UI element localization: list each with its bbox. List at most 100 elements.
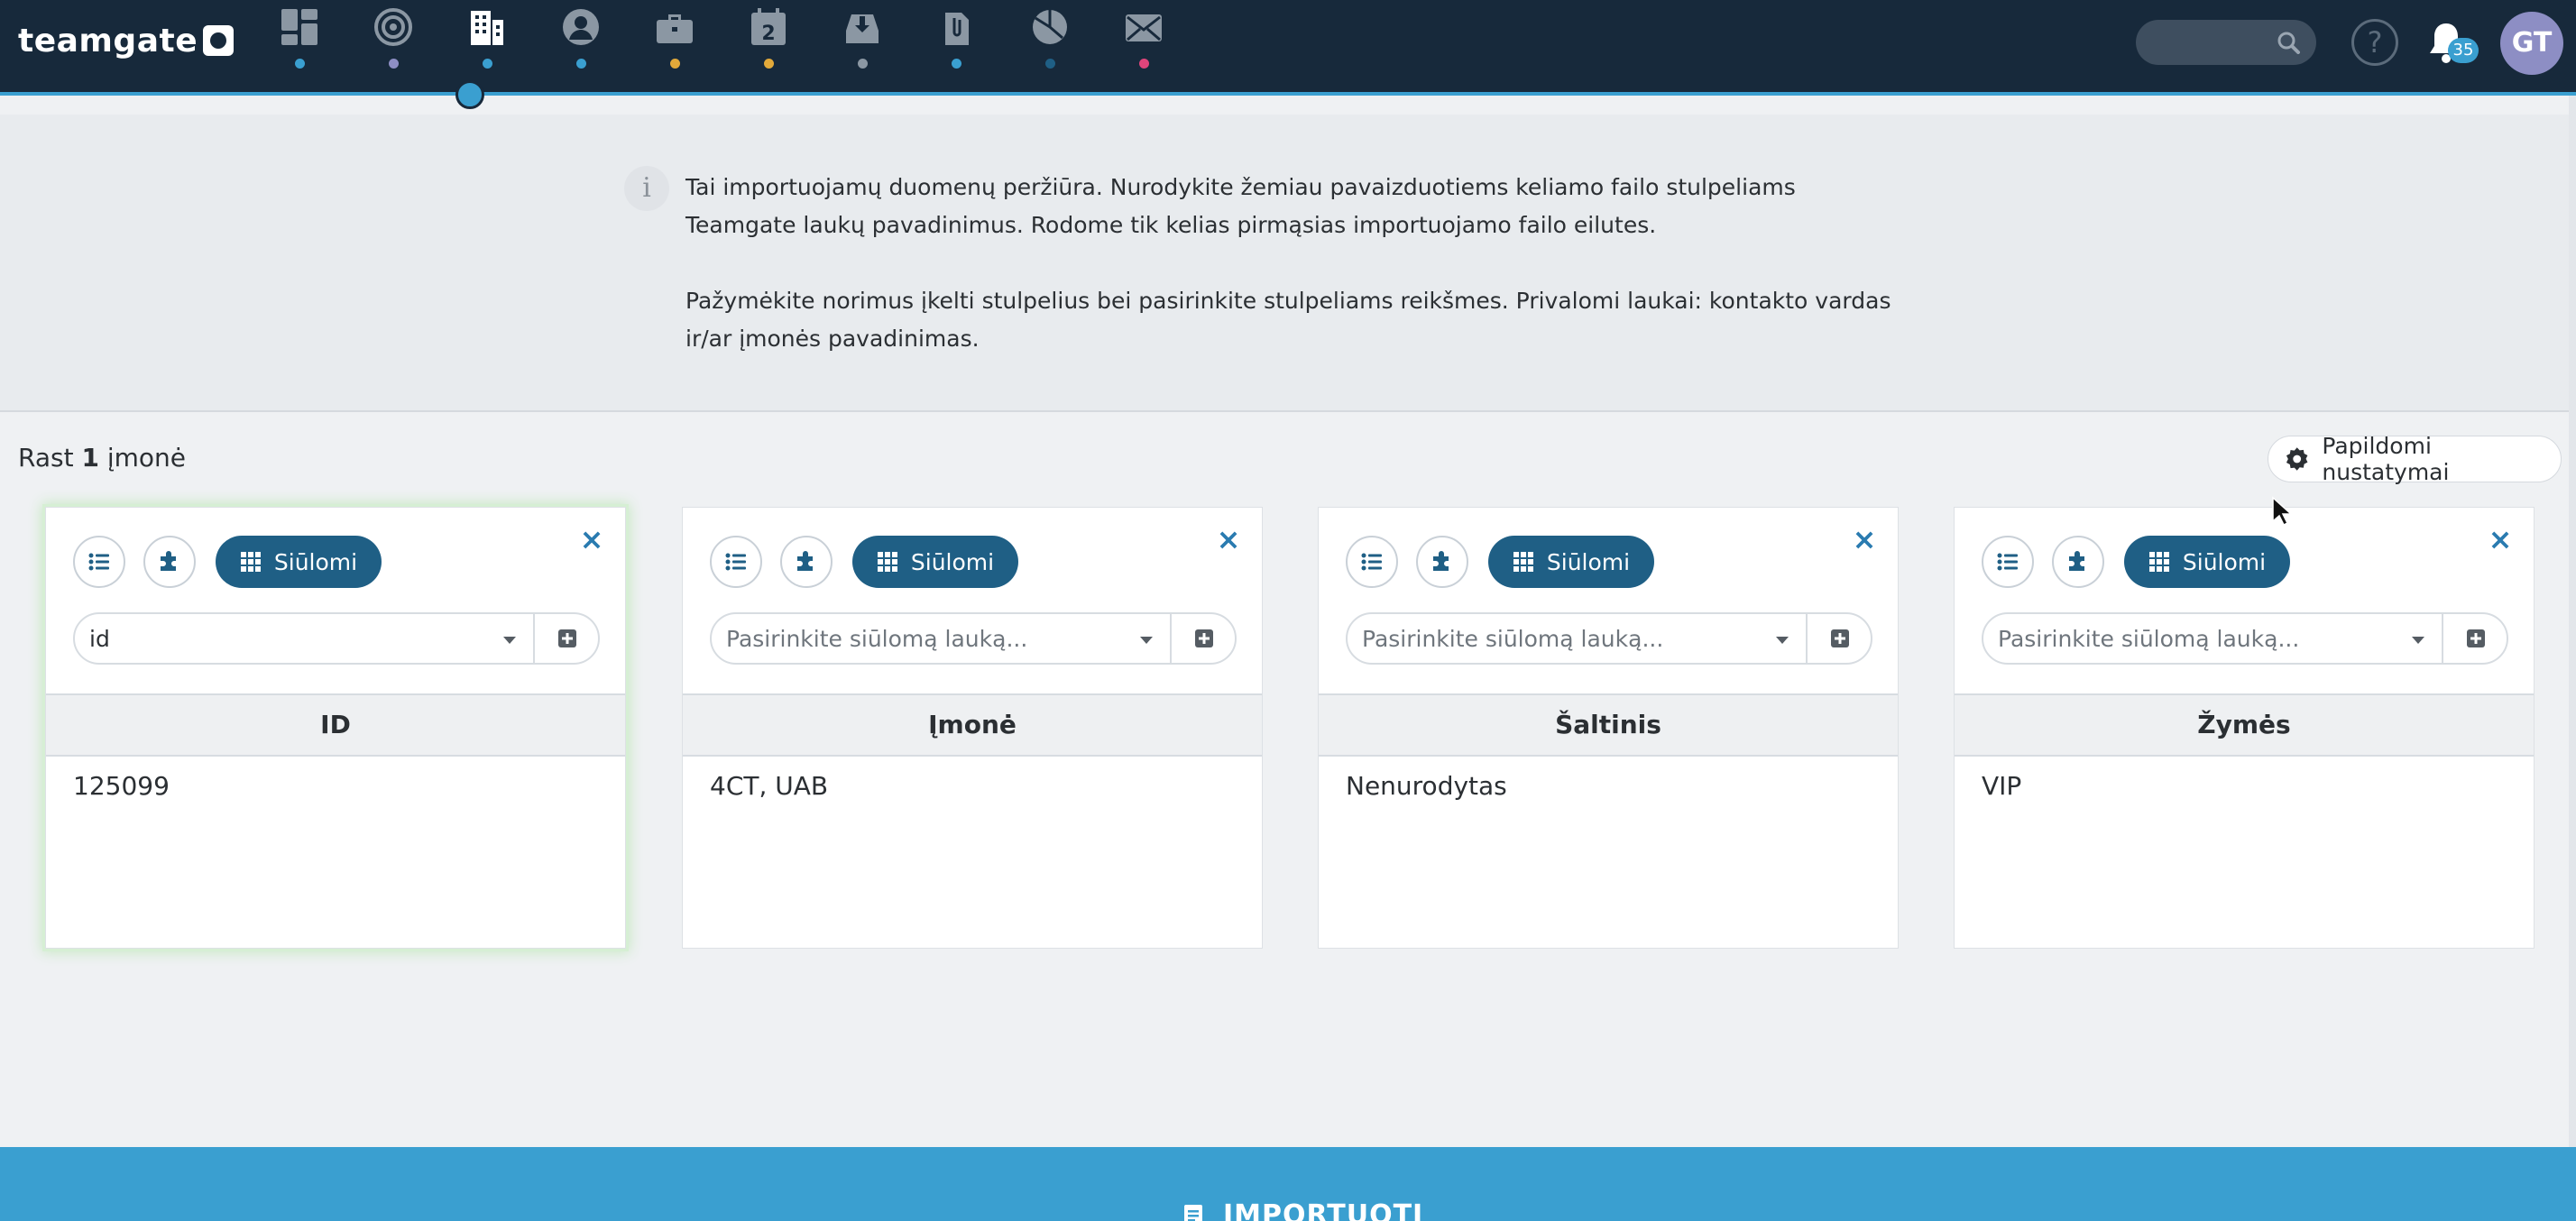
nav-item-files[interactable] (909, 0, 1003, 92)
list-icon (88, 553, 109, 571)
field-select[interactable] (73, 612, 600, 665)
list-icon (725, 553, 746, 571)
plus-square-icon (1831, 629, 1849, 647)
field-select-input[interactable] (1983, 614, 2442, 663)
nav-item-reports[interactable] (1003, 0, 1097, 92)
field-select[interactable] (710, 612, 1237, 665)
help-button[interactable]: ? (2351, 19, 2398, 66)
instructions-paragraph-2: Pažymėkite norimus įkelti stulpelius bei… (685, 288, 1891, 352)
found-count: Rast 1 įmonė (18, 443, 186, 473)
close-icon[interactable]: × (578, 525, 605, 554)
custom-fields-button[interactable] (1416, 536, 1468, 588)
nav-dot (1138, 59, 1149, 69)
puzzle-icon (797, 551, 813, 571)
column-card-source[interactable]: × Siūlomi Šaltinis Nenurodytas (1318, 507, 1899, 949)
chevron-down-icon[interactable] (1773, 630, 1791, 648)
close-icon[interactable]: × (2487, 525, 2514, 554)
suggested-fields-label: Siūlomi (2182, 548, 2267, 575)
document-icon (1184, 1204, 1202, 1221)
suggested-fields-button[interactable]: Siūlomi (1488, 536, 1654, 588)
add-field-button[interactable] (533, 614, 600, 663)
envelope-icon (1124, 7, 1164, 47)
chevron-down-icon[interactable] (2409, 630, 2427, 648)
import-button-label: IMPORTUOTI (1223, 1199, 1424, 1221)
list-icon (1997, 553, 2018, 571)
list-view-button[interactable] (1982, 536, 2034, 588)
info-icon: i (624, 166, 669, 211)
plus-square-icon (1195, 629, 1213, 647)
nav-dot (482, 59, 492, 69)
nav-item-email[interactable] (1097, 0, 1191, 92)
attachment-icon (936, 7, 976, 47)
logo-badge-icon (203, 25, 235, 56)
page-scrollbar[interactable] (2569, 96, 2576, 1147)
nav-dot (951, 59, 961, 69)
chevron-down-icon[interactable] (1137, 630, 1155, 648)
grid-icon (2148, 552, 2169, 572)
field-select-input[interactable] (712, 614, 1170, 663)
calendar-icon: 2 (749, 7, 788, 47)
suggested-fields-label: Siūlomi (273, 548, 358, 575)
list-view-button[interactable] (73, 536, 125, 588)
nav-dot (857, 59, 868, 69)
close-icon[interactable]: × (1851, 525, 1878, 554)
suggested-fields-button[interactable]: Siūlomi (2124, 536, 2290, 588)
found-suffix: įmonė (106, 443, 187, 473)
search-icon (2277, 32, 2300, 54)
close-icon[interactable]: × (1215, 525, 1242, 554)
user-avatar[interactable]: GT (2500, 12, 2563, 75)
found-prefix: Rast (18, 443, 74, 473)
global-search[interactable] (2136, 20, 2316, 65)
additional-settings-button[interactable]: Papildomi nustatymai (2268, 433, 2562, 485)
dashboard-icon (280, 7, 319, 47)
chevron-down-icon[interactable] (501, 630, 519, 648)
column-card-id[interactable]: × Siūlomi ID 125099 (45, 507, 626, 949)
list-view-button[interactable] (710, 536, 762, 588)
target-icon (373, 7, 413, 47)
nav-item-inbox[interactable] (815, 0, 909, 92)
nav-item-calendar[interactable]: 2 (722, 0, 815, 92)
pie-chart-icon (1030, 7, 1070, 47)
suggested-fields-label: Siūlomi (1546, 548, 1631, 575)
suggested-fields-button[interactable]: Siūlomi (852, 536, 1018, 588)
nav-item-leads[interactable] (346, 0, 440, 92)
custom-fields-button[interactable] (780, 536, 833, 588)
briefcase-icon (655, 7, 695, 47)
custom-fields-button[interactable] (143, 536, 196, 588)
field-select[interactable] (1982, 612, 2508, 665)
instructions-paragraph-1: Tai importuojamų duomenų peržiūra. Nurod… (685, 174, 1796, 238)
add-field-button[interactable] (2442, 614, 2508, 663)
nav-item-people[interactable] (534, 0, 628, 92)
field-select-input[interactable] (75, 614, 533, 663)
grid-icon (1513, 552, 1533, 572)
puzzle-icon (161, 551, 176, 571)
field-select[interactable] (1346, 612, 1872, 665)
list-icon (1361, 553, 1382, 571)
column-sample-value: VIP (1982, 771, 2022, 801)
import-instructions: Tai importuojamų duomenų peržiūra. Nurod… (685, 169, 1912, 358)
field-select-input[interactable] (1348, 614, 1806, 663)
add-field-button[interactable] (1806, 614, 1872, 663)
add-field-button[interactable] (1170, 614, 1237, 663)
suggested-fields-button[interactable]: Siūlomi (216, 536, 382, 588)
additional-settings-label: Papildomi nustatymai (2322, 433, 2450, 485)
teamgate-logo[interactable]: teamgate (18, 18, 235, 63)
list-view-button[interactable] (1346, 536, 1398, 588)
nav-item-deals[interactable] (628, 0, 722, 92)
column-sample-value: 125099 (73, 771, 170, 801)
nav-item-dashboard[interactable] (253, 0, 346, 92)
column-card-tags[interactable]: × Siūlomi Žymės VIP (1954, 507, 2535, 949)
calendar-day: 2 (761, 23, 775, 45)
nav-dot (669, 59, 680, 69)
nav-dot (388, 59, 399, 69)
nav-item-companies[interactable] (440, 0, 534, 92)
notification-count-badge: 35 (2448, 38, 2479, 63)
grid-icon (877, 552, 897, 572)
import-button-label-wrap[interactable]: IMPORTUOTI (1182, 1199, 1423, 1221)
column-header: ID (46, 693, 625, 757)
column-card-company[interactable]: × Siūlomi Įmonė 4CT, UAB (682, 507, 1263, 949)
column-header: Žymės (1955, 693, 2534, 757)
grid-icon (240, 552, 261, 572)
column-header: Įmonė (683, 693, 1262, 757)
custom-fields-button[interactable] (2052, 536, 2104, 588)
